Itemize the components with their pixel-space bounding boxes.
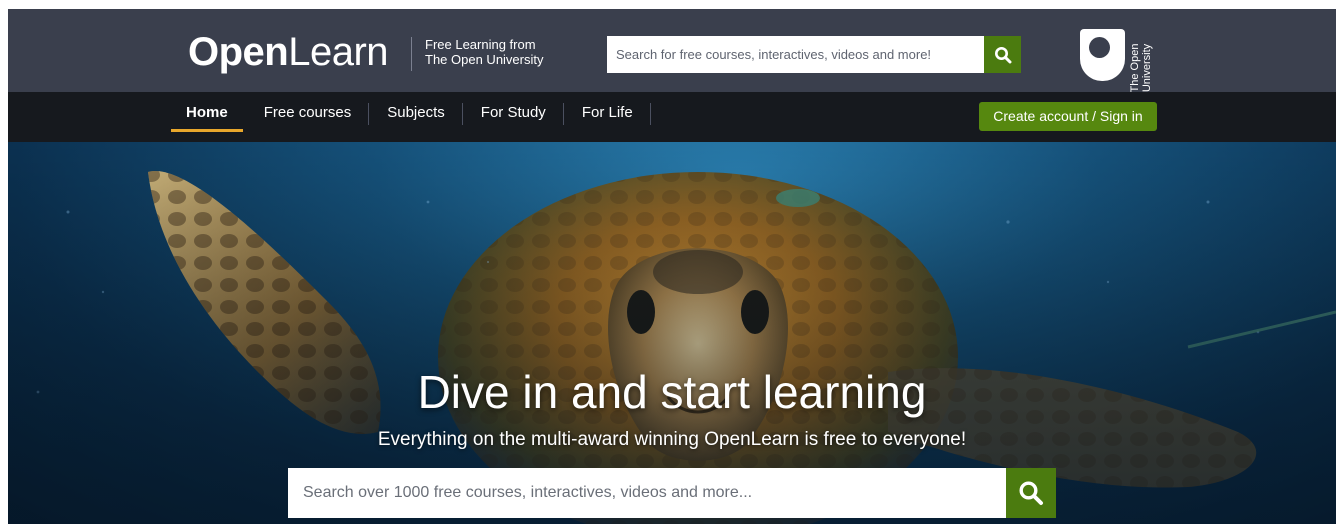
tagline-line-1: Free Learning from xyxy=(425,37,536,52)
hero-subtitle: Everything on the multi-award winning Op… xyxy=(377,429,967,450)
ou-logo-line-2: University xyxy=(1141,43,1153,93)
nav-item-home[interactable]: Home xyxy=(171,100,243,132)
page: OpenLearn Free Learning from The Open Un… xyxy=(8,9,1336,524)
open-university-logo[interactable]: The Open University xyxy=(1080,29,1164,92)
ou-logo-line-1: The Open xyxy=(1129,43,1141,93)
sea-turtle-image xyxy=(8,142,1336,524)
site-tagline: Free Learning from The Open University xyxy=(411,37,544,71)
header-search-input[interactable] xyxy=(607,36,984,73)
header-search-button[interactable] xyxy=(984,36,1021,73)
ou-logo-text: The Open University xyxy=(1129,41,1155,95)
nav-item-free-courses[interactable]: Free courses xyxy=(246,100,370,130)
openlearn-logo[interactable]: OpenLearn xyxy=(188,29,389,75)
main-nav-bar: Home Free courses Subjects For Study For… xyxy=(8,92,1336,142)
main-nav: Home Free courses Subjects For Study For… xyxy=(171,100,651,132)
logo-bold-text: Open xyxy=(188,30,289,74)
hero-title: Dive in and start learning xyxy=(417,366,927,418)
nav-item-for-study[interactable]: For Study xyxy=(463,100,564,130)
search-icon xyxy=(994,46,1011,63)
hero-search-button[interactable] xyxy=(1006,468,1056,518)
create-account-sign-in-button[interactable]: Create account / Sign in xyxy=(979,102,1157,131)
logo-light-text: Learn xyxy=(288,30,389,74)
site-header: OpenLearn Free Learning from The Open Un… xyxy=(8,9,1336,92)
search-icon xyxy=(1019,481,1043,505)
tagline-line-2: The Open University xyxy=(425,52,544,67)
hero-search-input[interactable] xyxy=(288,468,1006,518)
nav-item-subjects[interactable]: Subjects xyxy=(369,100,463,130)
ou-shield-dot xyxy=(1089,37,1110,58)
hero-banner: Dive in and start learning Everything on… xyxy=(8,142,1336,524)
ou-shield-icon xyxy=(1080,29,1125,81)
nav-item-for-life[interactable]: For Life xyxy=(564,100,651,130)
